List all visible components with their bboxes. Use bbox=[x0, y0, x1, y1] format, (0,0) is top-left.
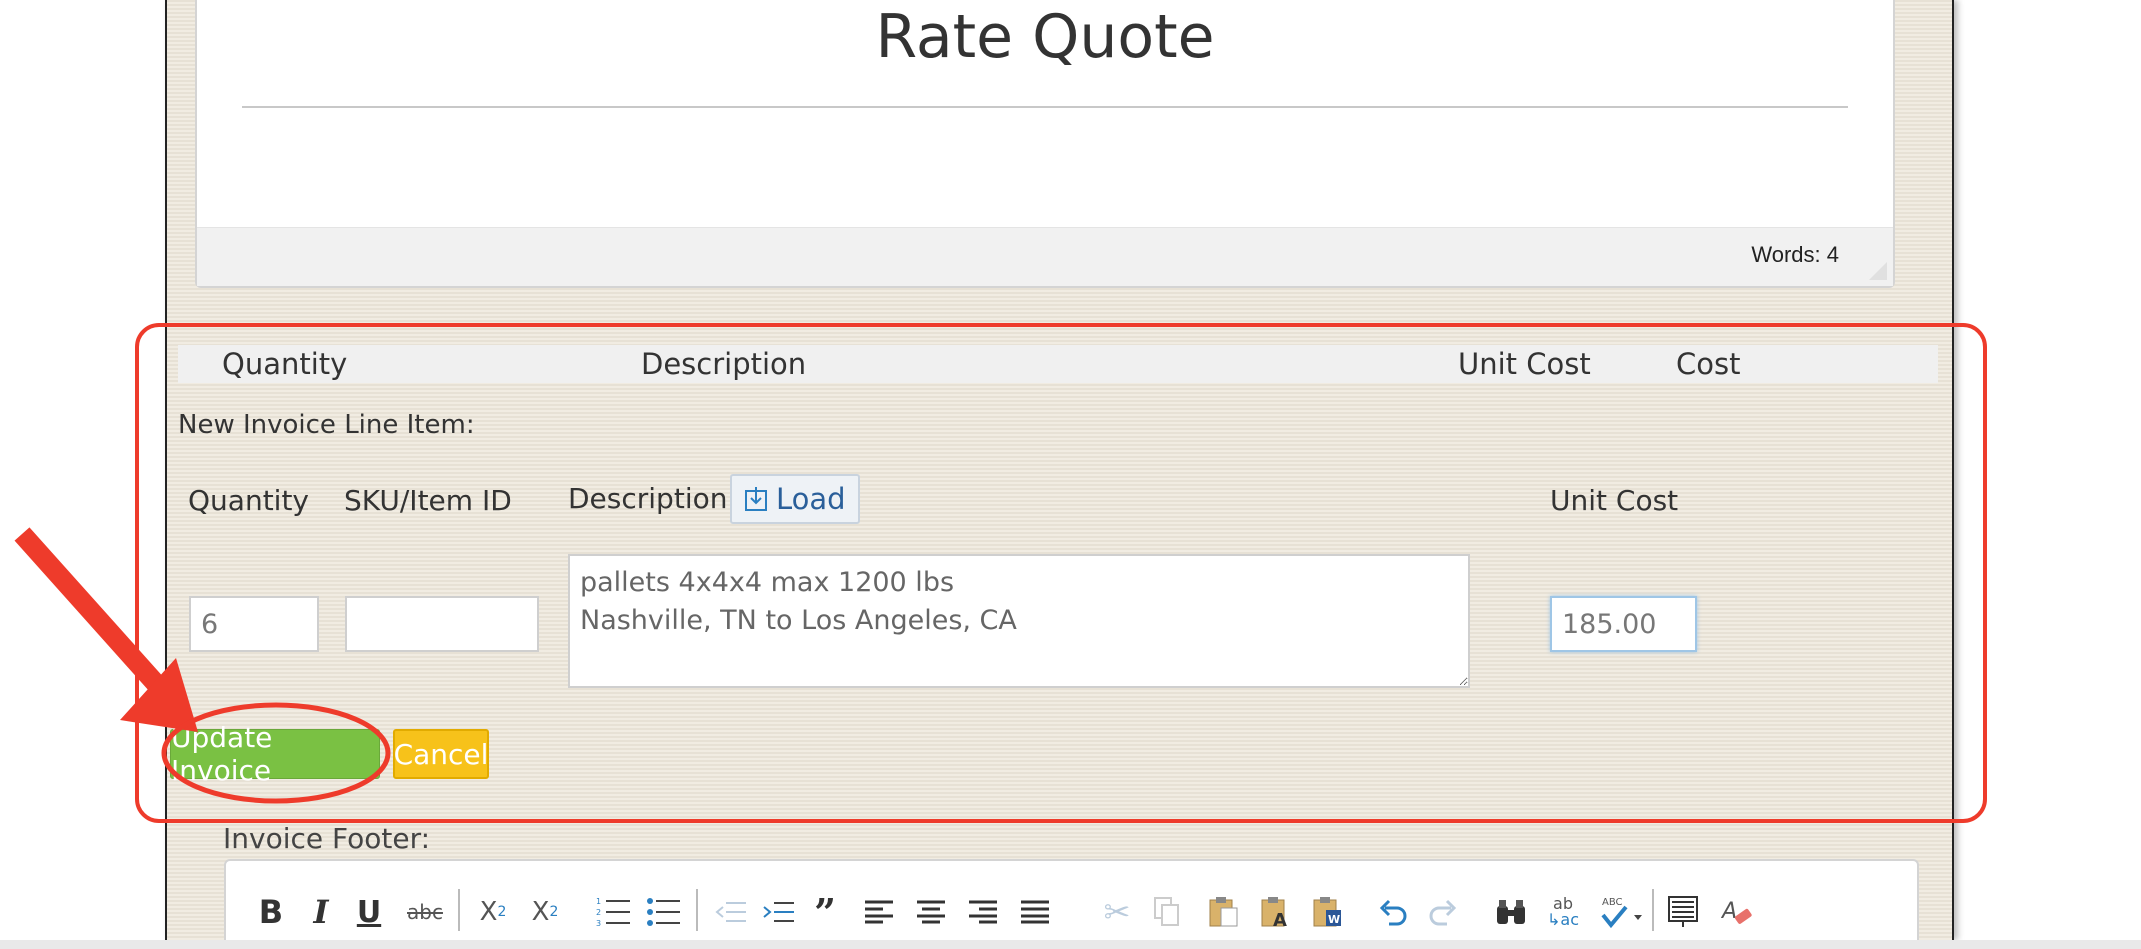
italic-icon[interactable]: I bbox=[306, 889, 336, 935]
svg-text:A: A bbox=[1273, 910, 1287, 928]
download-icon bbox=[745, 487, 767, 511]
redo-icon[interactable] bbox=[1428, 889, 1460, 935]
load-button[interactable]: Load bbox=[730, 474, 860, 524]
header-description: Description bbox=[641, 347, 807, 381]
paste-word-icon[interactable]: W bbox=[1312, 889, 1344, 935]
copy-icon[interactable] bbox=[1152, 889, 1182, 935]
header-quantity: Quantity bbox=[222, 347, 348, 381]
bulleted-list-icon[interactable] bbox=[644, 889, 682, 935]
unit-cost-label: Unit Cost bbox=[1550, 484, 1679, 517]
header-unit-cost: Unit Cost bbox=[1458, 347, 1591, 381]
window-bottom-edge bbox=[0, 940, 2141, 949]
subscript-icon[interactable]: X2 bbox=[476, 889, 510, 935]
editor-status-bar: Words: 4 bbox=[197, 227, 1893, 286]
svg-text:1: 1 bbox=[596, 897, 601, 906]
editor-heading: Rate Quote bbox=[875, 2, 1215, 72]
replace-icon[interactable]: ab ↳ac bbox=[1546, 889, 1580, 935]
source-icon[interactable] bbox=[1666, 889, 1700, 935]
svg-text:W: W bbox=[1328, 913, 1340, 926]
invoice-footer-label: Invoice Footer: bbox=[223, 822, 431, 855]
spellcheck-icon[interactable]: ABC bbox=[1600, 889, 1644, 935]
header-cost: Cost bbox=[1676, 347, 1741, 381]
numbered-list-icon[interactable]: 1 2 3 bbox=[594, 889, 632, 935]
superscript-icon[interactable]: X2 bbox=[528, 889, 562, 935]
align-left-icon[interactable] bbox=[862, 889, 896, 935]
svg-text:2: 2 bbox=[596, 908, 601, 917]
word-count: Words: 4 bbox=[1751, 242, 1839, 267]
load-label: Load bbox=[776, 482, 846, 516]
svg-text:ABC: ABC bbox=[1602, 897, 1623, 908]
underline-icon[interactable]: U bbox=[354, 889, 384, 935]
toolbar-separator bbox=[1652, 889, 1654, 931]
find-icon[interactable] bbox=[1494, 889, 1528, 935]
paste-text-icon[interactable]: A bbox=[1260, 889, 1292, 935]
align-right-icon[interactable] bbox=[966, 889, 1000, 935]
footer-editor-toolbar: B I U abc X2 X2 1 2 3 ” ✂ A W ab ↳ac ABC A bbox=[224, 859, 1919, 949]
unit-cost-input[interactable] bbox=[1550, 596, 1697, 652]
description-textarea[interactable] bbox=[568, 554, 1470, 688]
svg-text:3: 3 bbox=[596, 919, 601, 928]
svg-text:A: A bbox=[1721, 899, 1737, 924]
justify-icon[interactable] bbox=[1018, 889, 1052, 935]
strikethrough-icon[interactable]: abc bbox=[406, 889, 444, 935]
description-label: Description bbox=[568, 482, 728, 515]
toolbar-separator bbox=[696, 889, 698, 931]
resize-grip-icon[interactable] bbox=[1869, 262, 1887, 280]
toolbar-separator bbox=[458, 889, 460, 931]
line-items-header: Quantity Description Unit Cost Cost bbox=[178, 345, 1938, 383]
editor-divider bbox=[242, 106, 1848, 108]
indent-icon[interactable] bbox=[760, 889, 796, 935]
undo-icon[interactable] bbox=[1376, 889, 1408, 935]
cut-icon[interactable]: ✂ bbox=[1102, 889, 1132, 935]
paste-icon[interactable] bbox=[1208, 889, 1240, 935]
remove-format-icon[interactable]: A bbox=[1720, 889, 1756, 935]
new-line-item-heading: New Invoice Line Item: bbox=[178, 410, 475, 440]
outdent-icon[interactable] bbox=[712, 889, 748, 935]
rate-quote-editor[interactable]: Rate Quote Words: 4 bbox=[195, 0, 1895, 288]
bold-icon[interactable]: B bbox=[256, 889, 286, 935]
align-center-icon[interactable] bbox=[914, 889, 948, 935]
blockquote-icon[interactable]: ” bbox=[810, 889, 840, 935]
annotation-arrow-icon bbox=[14, 527, 391, 804]
